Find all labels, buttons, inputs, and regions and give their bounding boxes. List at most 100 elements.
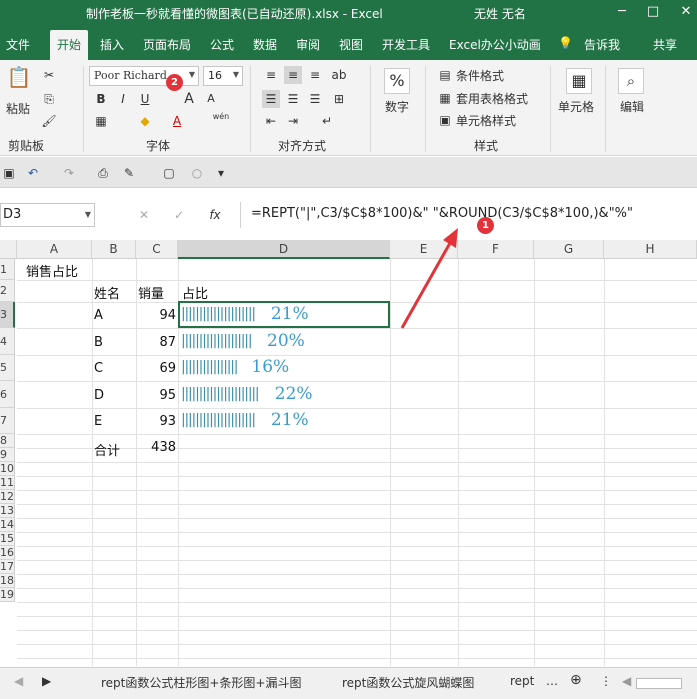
- header-share-cell[interactable]: 占比: [182, 283, 208, 302]
- align-bottom-icon[interactable]: ≡: [306, 66, 324, 84]
- paint-icon[interactable]: ✎: [120, 164, 138, 182]
- sheet-title-cell[interactable]: 销售占比: [26, 261, 78, 280]
- paste-button[interactable]: 粘贴: [6, 100, 30, 117]
- scroll-left-icon[interactable]: ◀: [14, 674, 23, 688]
- row-header[interactable]: 5: [0, 355, 15, 381]
- align-middle-icon[interactable]: ≡: [284, 66, 302, 84]
- number-format-button[interactable]: 数字: [385, 98, 409, 115]
- name-cell[interactable]: C: [94, 361, 103, 376]
- scroll-right-icon[interactable]: ▶: [42, 674, 51, 688]
- align-right-icon[interactable]: ☰: [306, 90, 324, 108]
- sheet-tab-2[interactable]: rept函数公式旋风蝴蝶图: [342, 674, 474, 691]
- format-painter-icon[interactable]: 🖌: [40, 112, 58, 130]
- wrap-text-icon[interactable]: ↵: [318, 112, 336, 130]
- name-box[interactable]: D3 ▼: [0, 203, 95, 227]
- sales-cell[interactable]: 94: [136, 308, 176, 323]
- editing-button[interactable]: 编辑: [620, 98, 644, 115]
- orientation-icon[interactable]: ab: [330, 66, 348, 84]
- column-header-b[interactable]: B: [92, 240, 136, 259]
- total-value-cell[interactable]: 438: [136, 440, 176, 455]
- header-name-cell[interactable]: 姓名: [94, 283, 120, 302]
- tab-file[interactable]: 文件: [6, 36, 30, 53]
- selected-cell-d3[interactable]: [178, 301, 390, 328]
- row-header[interactable]: 8: [0, 434, 15, 448]
- column-header-a[interactable]: A: [17, 240, 92, 259]
- increase-indent-icon[interactable]: ⇥: [284, 112, 302, 130]
- sheet-tab-1[interactable]: rept函数公式柱形图+条形图+漏斗图: [101, 674, 302, 691]
- name-cell[interactable]: E: [94, 414, 102, 429]
- print-preview-icon[interactable]: ⎙: [94, 164, 112, 182]
- row-header[interactable]: 19: [0, 588, 15, 602]
- name-cell[interactable]: B: [94, 335, 103, 350]
- italic-button[interactable]: I: [114, 90, 132, 108]
- column-header-d[interactable]: D: [178, 240, 390, 259]
- underline-button[interactable]: U: [136, 90, 154, 108]
- decrease-indent-icon[interactable]: ⇤: [262, 112, 280, 130]
- format-as-table-button[interactable]: 套用表格格式: [456, 90, 528, 107]
- row-header[interactable]: 10: [0, 462, 15, 476]
- cut-icon[interactable]: ✂: [40, 66, 58, 84]
- column-header-f[interactable]: F: [458, 240, 534, 259]
- name-cell[interactable]: D: [94, 388, 104, 403]
- row-header[interactable]: 3: [0, 302, 15, 328]
- copy-icon[interactable]: ⎘: [40, 90, 58, 108]
- sales-cell[interactable]: 95: [136, 388, 176, 403]
- minimize-icon[interactable]: ─: [612, 2, 632, 22]
- scroll-bar-left-icon[interactable]: ◀: [622, 674, 631, 688]
- total-label-cell[interactable]: 合计: [94, 440, 120, 459]
- column-header-h[interactable]: H: [604, 240, 697, 259]
- grow-font-button[interactable]: A: [180, 90, 198, 108]
- row-header[interactable]: 7: [0, 408, 15, 434]
- select-all-corner[interactable]: [0, 240, 17, 259]
- screenshot-icon[interactable]: ▢: [160, 164, 178, 182]
- sales-cell[interactable]: 93: [136, 414, 176, 429]
- percent-button[interactable]: %: [384, 68, 410, 94]
- redo-icon[interactable]: ↷: [60, 164, 78, 182]
- user-name[interactable]: 无姓 无名: [474, 5, 526, 22]
- sales-cell[interactable]: 87: [136, 335, 176, 350]
- tab-view[interactable]: 视图: [339, 36, 363, 53]
- row-header[interactable]: 1: [0, 259, 15, 280]
- column-header-c[interactable]: C: [136, 240, 178, 259]
- align-center-icon[interactable]: ☰: [284, 90, 302, 108]
- undo-icon[interactable]: ↶: [24, 164, 42, 182]
- row-header[interactable]: 9: [0, 448, 15, 462]
- save-icon[interactable]: ▣: [0, 164, 18, 182]
- formula-input[interactable]: =REPT("|",C3/$C$8*100)&" "&ROUND(C3/$C$8…: [240, 202, 697, 228]
- align-top-icon[interactable]: ≡: [262, 66, 280, 84]
- worksheet-grid[interactable]: A B C D E F G H 1 2 3 4 5 6 7 8 9 10 11 12 13 14 15 16 1…: [0, 240, 697, 666]
- row-header[interactable]: 17: [0, 560, 15, 574]
- tab-home[interactable]: 开始: [50, 30, 89, 60]
- conditional-format-button[interactable]: 条件格式: [456, 67, 504, 84]
- close-icon[interactable]: ✕: [676, 2, 696, 22]
- cancel-icon[interactable]: ✕: [135, 206, 153, 224]
- tell-me[interactable]: 告诉我: [584, 36, 620, 53]
- bold-button[interactable]: B: [92, 90, 110, 108]
- share-button[interactable]: 共享: [653, 36, 677, 53]
- tab-review[interactable]: 审阅: [296, 36, 320, 53]
- lightbulb-icon[interactable]: 💡: [558, 36, 573, 50]
- horizontal-scrollbar[interactable]: [636, 678, 682, 689]
- row-header[interactable]: 16: [0, 546, 15, 560]
- borders-icon[interactable]: ▦: [92, 112, 110, 130]
- merge-icon[interactable]: ⊞: [330, 90, 348, 108]
- enter-icon[interactable]: ✓: [170, 206, 188, 224]
- paste-icon[interactable]: 📋: [6, 67, 32, 96]
- cells-button[interactable]: 单元格: [558, 98, 594, 115]
- align-left-icon[interactable]: ☰: [262, 90, 280, 108]
- name-cell[interactable]: A: [94, 308, 103, 323]
- tab-developer[interactable]: 开发工具: [382, 36, 430, 53]
- sales-cell[interactable]: 69: [136, 361, 176, 376]
- shrink-font-button[interactable]: A: [202, 90, 220, 108]
- fill-color-icon[interactable]: ◆: [136, 112, 154, 130]
- row-header[interactable]: 2: [0, 280, 15, 302]
- row-header[interactable]: 11: [0, 476, 15, 490]
- column-header-g[interactable]: G: [534, 240, 604, 259]
- insert-function-icon[interactable]: fx: [206, 206, 224, 224]
- font-size-select[interactable]: 16 ▼: [203, 66, 243, 86]
- row-header[interactable]: 15: [0, 532, 15, 546]
- cell-styles-button[interactable]: 单元格样式: [456, 112, 516, 129]
- circle-icon[interactable]: ○: [188, 164, 206, 182]
- font-color-button[interactable]: A: [168, 112, 186, 130]
- row-header[interactable]: 6: [0, 381, 15, 408]
